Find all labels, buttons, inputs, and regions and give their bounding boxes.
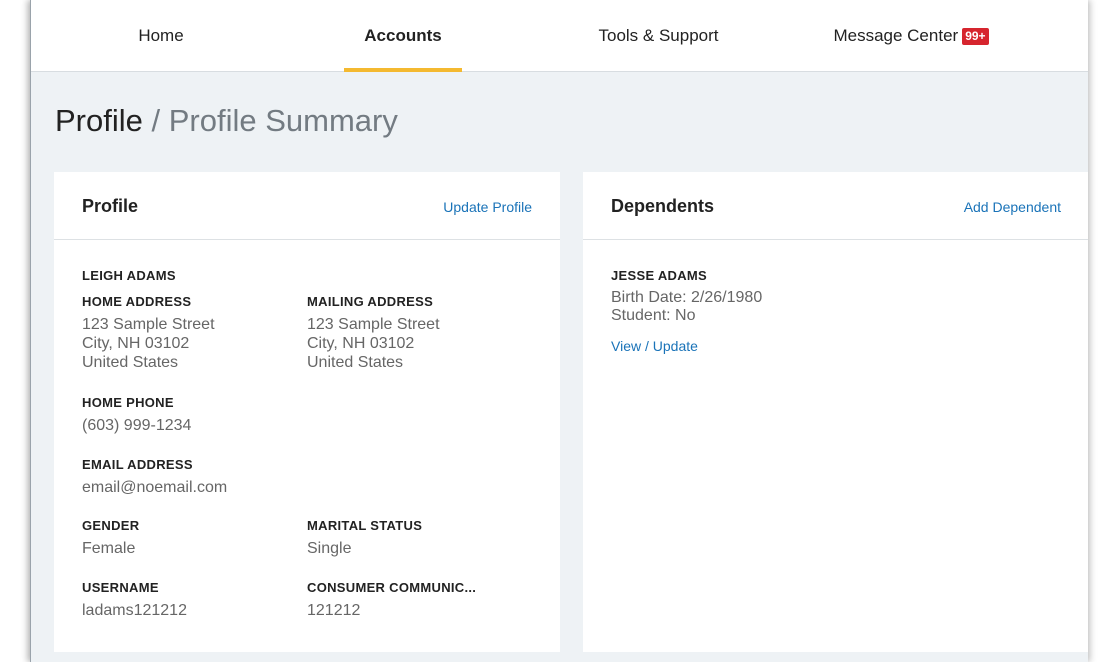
marital-status-field: MARITAL STATUS Single	[307, 518, 517, 558]
mailing-address-line3: United States	[307, 354, 404, 371]
home-phone-value: (603) 999-1234	[82, 417, 192, 434]
profile-card-header: Profile Update Profile	[54, 172, 560, 240]
mailing-address-line2: City, NH 03102	[307, 335, 415, 352]
profile-name: LEIGH ADAMS	[82, 268, 176, 283]
message-count-badge: 99+	[962, 27, 989, 45]
consumer-communication-value: 121212	[307, 602, 361, 619]
nav-accounts[interactable]: Accounts	[344, 0, 462, 72]
marital-status-label: MARITAL STATUS	[307, 518, 423, 533]
home-address-line1: 123 Sample Street	[82, 316, 215, 333]
marital-status-value: Single	[307, 540, 352, 557]
nav-tools-label: Tools & Support	[598, 26, 719, 45]
update-profile-link[interactable]: Update Profile	[443, 199, 532, 215]
gender-value: Female	[82, 540, 136, 557]
gender-field: GENDER Female	[82, 518, 292, 558]
home-address-label: HOME ADDRESS	[82, 294, 192, 309]
dependent-student-status: Student: No	[611, 307, 696, 324]
dependents-card-title: Dependents	[611, 196, 715, 216]
dependent-details: Birth Date: 2/26/1980 Student: No	[611, 289, 762, 325]
dependent-name: JESSE ADAMS	[611, 268, 708, 283]
home-phone-label: HOME PHONE	[82, 395, 174, 410]
nav-home[interactable]: Home	[91, 0, 231, 72]
email-label: EMAIL ADDRESS	[82, 457, 193, 472]
username-field: USERNAME ladams121212	[82, 580, 292, 620]
add-dependent-link[interactable]: Add Dependent	[964, 199, 1061, 215]
profile-card: Profile Update Profile LEIGH ADAMS HOME …	[54, 172, 560, 652]
screenshot-frame: Home Accounts Tools & Support Message Ce…	[0, 0, 1103, 662]
breadcrumb-separator: /	[142, 103, 169, 138]
breadcrumb-root[interactable]: Profile	[55, 103, 143, 138]
email-value: email@noemail.com	[82, 479, 228, 496]
breadcrumb-current: Profile Summary	[168, 103, 398, 138]
dependent-view-update-link[interactable]: View / Update	[611, 338, 698, 354]
mailing-address-field: MAILING ADDRESS 123 Sample Street City, …	[307, 294, 517, 372]
dependents-card: Dependents Add Dependent JESSE ADAMS Bir…	[583, 172, 1088, 652]
mailing-address-label: MAILING ADDRESS	[307, 294, 434, 309]
app-window: Home Accounts Tools & Support Message Ce…	[30, 0, 1088, 662]
breadcrumb: Profile / Profile Summary	[55, 103, 398, 139]
home-phone-field: HOME PHONE (603) 999-1234	[82, 395, 292, 435]
consumer-communication-field: CONSUMER COMMUNIC... 121212	[307, 580, 517, 620]
nav-accounts-label: Accounts	[364, 26, 442, 45]
username-label: USERNAME	[82, 580, 159, 595]
home-address-line3: United States	[82, 354, 179, 371]
nav-message-center[interactable]: Message Center 99+	[791, 0, 1031, 72]
home-address-field: HOME ADDRESS 123 Sample Street City, NH …	[82, 294, 292, 372]
email-field: EMAIL ADDRESS email@noemail.com	[82, 457, 292, 497]
nav-home-label: Home	[138, 26, 184, 45]
dependents-card-header: Dependents Add Dependent	[583, 172, 1088, 240]
profile-card-title: Profile	[82, 196, 139, 216]
nav-tools-support[interactable]: Tools & Support	[561, 0, 756, 72]
gender-label: GENDER	[82, 518, 140, 533]
dependent-birth-date: Birth Date: 2/26/1980	[611, 289, 763, 306]
home-address-line2: City, NH 03102	[82, 335, 190, 352]
top-navigation: Home Accounts Tools & Support Message Ce…	[31, 0, 1088, 72]
username-value: ladams121212	[82, 602, 187, 619]
consumer-communication-label: CONSUMER COMMUNIC...	[307, 580, 477, 595]
mailing-address-line1: 123 Sample Street	[307, 316, 440, 333]
nav-message-label: Message Center	[833, 26, 959, 45]
